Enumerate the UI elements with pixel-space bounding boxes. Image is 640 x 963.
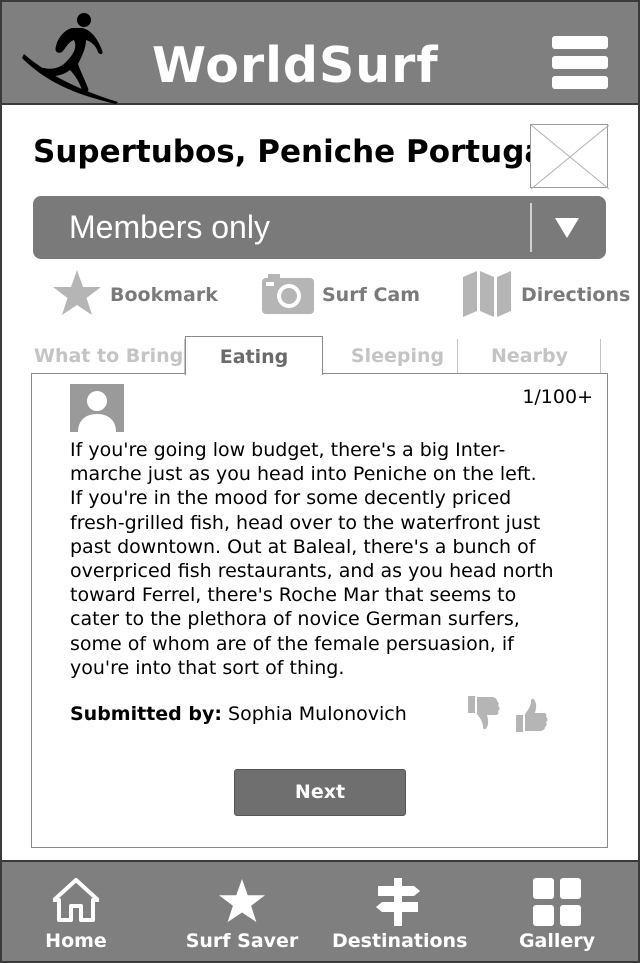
star-icon [53,270,101,315]
review-panel: 1/100+ If you're going low budget, there… [31,373,608,848]
map-icon [463,271,511,317]
tab-eating[interactable]: Eating [185,336,323,375]
review-line: If you're going low budget, there's a bi… [70,439,506,461]
review-line: cater to the plethora of novice German s… [70,608,520,631]
surf-cam-button[interactable]: Surf Cam [262,268,420,322]
bookmark-label: Bookmark [110,284,218,306]
submitted-by: Submitted by: Sophia Mulonovich [70,703,407,725]
review-text: If you're going low budget, there's a bi… [70,438,590,680]
image-placeholder-icon[interactable] [530,124,610,190]
surfer-logo-icon[interactable] [22,12,120,104]
nav-home-label: Home [45,930,107,952]
review-counter: 1/100+ [522,386,593,408]
surf-cam-label: Surf Cam [322,284,421,306]
camera-icon [262,274,314,314]
home-icon [53,878,99,922]
review-line: If you're in the mood for some decently … [70,487,512,510]
nav-surf-saver-label: Surf Saver [185,930,299,952]
directions-button[interactable]: Directions [463,268,630,322]
brand-title: WorldSurf [152,37,439,94]
grid-icon [533,878,581,926]
thumbs-up-icon[interactable] [516,696,548,732]
nav-gallery[interactable]: Gallery [507,862,607,962]
user-silhouette-icon [78,391,116,432]
select-divider [530,203,532,252]
chevron-down-icon[interactable] [555,218,579,238]
signpost-icon [376,878,420,926]
app-header: WorldSurf [0,0,640,105]
review-line: overpriced fish restaurants, and as you … [70,560,554,583]
hamburger-menu-icon[interactable] [552,35,608,91]
submitted-by-label: Submitted by: [70,703,222,725]
access-select[interactable]: Members only [33,196,606,259]
nav-destinations[interactable]: Destinations [332,862,468,962]
review-line: marche just as you head into Peniche on … [70,463,537,486]
bottom-nav: Home Surf Saver Destinations Gallery [0,860,640,963]
tab-sleeping[interactable]: Sleeping [330,339,465,374]
author-name: Sophia Mulonovich [221,703,407,725]
bookmark-button[interactable]: Bookmark [52,268,218,322]
nav-destinations-label: Destinations [332,930,468,952]
avatar[interactable] [70,384,124,432]
star-icon [219,878,265,923]
tab-separator [457,339,458,373]
directions-label: Directions [521,284,631,306]
review-line: some of whom are of the female persuasio… [70,632,514,655]
review-line: fresh-grilled fish, head over to the wat… [70,511,541,534]
tab-separator [600,339,601,373]
review-line: you're into that sort of thing. [70,656,345,679]
nav-gallery-label: Gallery [518,930,596,952]
spot-title: Supertubos, Peniche Portugal [33,134,556,170]
next-button[interactable]: Next [234,769,406,816]
review-line: past downtown. Out at Baleal, there's a … [70,535,536,558]
access-select-value: Members only [69,209,270,245]
tab-nearby[interactable]: Nearby [462,339,597,374]
thumbs-down-icon[interactable] [468,696,500,732]
tab-what-to-bring[interactable]: What to Bring [34,339,183,374]
nav-home[interactable]: Home [20,862,132,962]
review-line: toward Ferrel, there's Roche Mar that se… [70,584,517,607]
nav-surf-saver[interactable]: Surf Saver [182,862,302,962]
